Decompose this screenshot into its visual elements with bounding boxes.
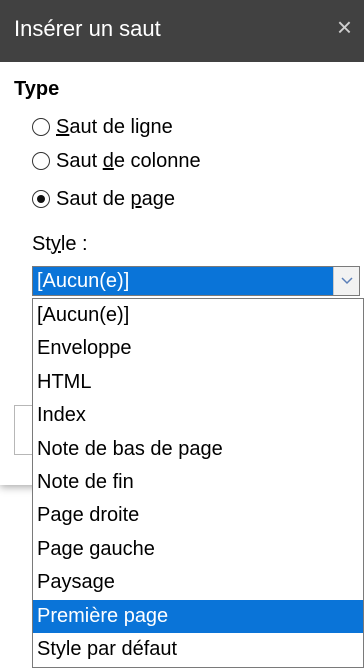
style-dropdown-list[interactable]: [Aucun(e)] Enveloppe HTML Index Note de … — [32, 298, 364, 668]
radio-column-break[interactable]: Saut de colonne — [32, 146, 201, 176]
radio-circle[interactable] — [32, 118, 50, 136]
type-section-label: Type — [14, 78, 60, 100]
list-item[interactable]: [Aucun(e)] — [33, 299, 363, 332]
radio-circle[interactable] — [32, 152, 50, 170]
close-icon[interactable]: × — [337, 14, 352, 40]
list-item[interactable]: Paysage — [33, 566, 363, 599]
radio-label: Saut de colonne — [56, 149, 201, 172]
dialog-title: Insérer un saut — [14, 16, 161, 41]
list-item[interactable]: HTML — [33, 366, 363, 399]
radio-label: Saut de page — [56, 187, 176, 210]
list-item[interactable]: Page droite — [33, 499, 363, 532]
style-combobox[interactable]: [Aucun(e)] — [32, 266, 360, 296]
radio-selected-dot — [37, 195, 45, 203]
list-item[interactable]: Style par défaut — [33, 633, 363, 666]
title-bar: Insérer un saut × — [0, 0, 364, 62]
style-label: Style : — [32, 233, 88, 255]
list-item[interactable]: Index — [33, 399, 363, 432]
radio-label: Saut de ligne — [56, 115, 173, 138]
list-item[interactable]: Note de bas de page — [33, 433, 363, 466]
radio-circle[interactable] — [32, 190, 50, 208]
chevron-down-icon[interactable] — [333, 267, 359, 295]
radio-page-break[interactable]: Saut de page — [32, 184, 175, 214]
list-item[interactable]: Page gauche — [33, 533, 363, 566]
list-item-highlighted[interactable]: Première page — [33, 599, 363, 633]
style-combobox-value: [Aucun(e)] — [37, 270, 130, 292]
list-item[interactable]: Note de fin — [33, 466, 363, 499]
radio-line-break[interactable]: Saut de ligne — [32, 112, 173, 142]
list-item[interactable]: Enveloppe — [33, 332, 363, 365]
